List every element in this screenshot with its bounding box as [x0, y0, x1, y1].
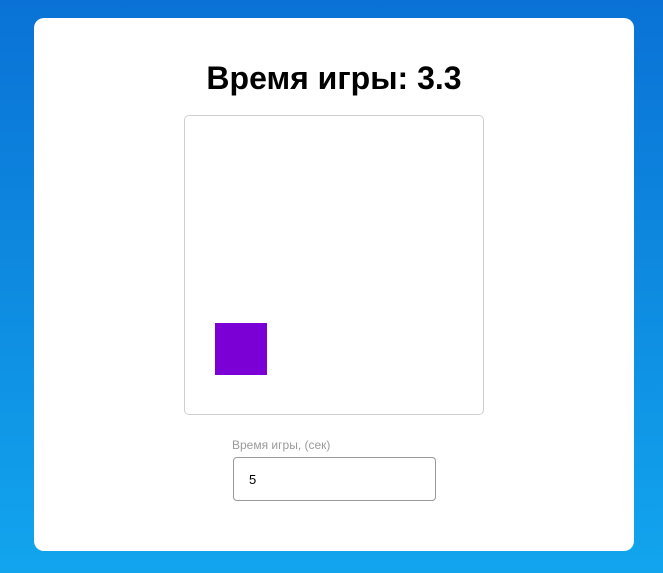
- game-time-input[interactable]: [233, 457, 436, 501]
- game-card: Время игры: 3.3 Время игры, (сек): [34, 18, 634, 551]
- game-target-square[interactable]: [215, 323, 267, 375]
- game-time-label: Время игры, (сек): [232, 438, 331, 452]
- game-time-title: Время игры: 3.3: [206, 60, 462, 96]
- game-field[interactable]: [184, 115, 484, 415]
